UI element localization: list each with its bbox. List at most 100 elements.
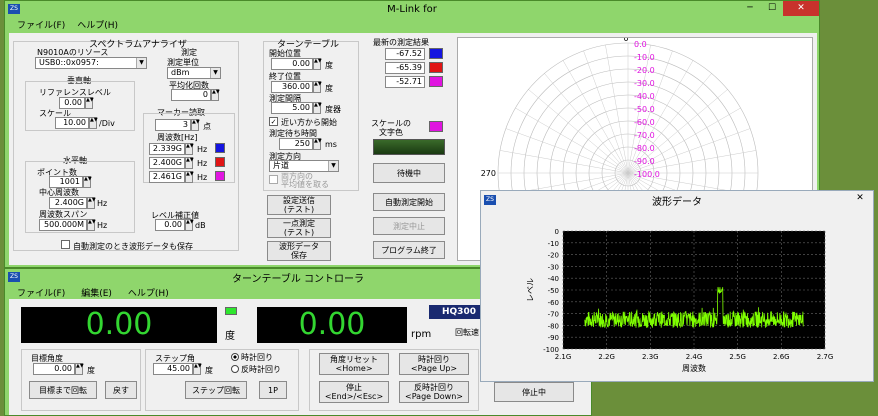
single-measure-button[interactable]: 一点測定 (テスト) — [267, 218, 331, 238]
1p-button[interactable]: 1P — [259, 381, 287, 399]
scale-color-swatch[interactable] — [429, 121, 443, 132]
interval-input[interactable]: 5.00 — [271, 102, 313, 114]
wave-chart: 0-10-20-30-40-50-60-70-80-90-1002.1G 2.2G… — [526, 228, 833, 373]
scale-input[interactable]: 10.00 — [55, 117, 89, 129]
marker3-freq[interactable]: 2.461G — [149, 171, 185, 183]
resource-select[interactable]: USB0::0x0957: ▼ — [35, 57, 147, 69]
center-spinner[interactable]: ▲▼ — [87, 197, 96, 209]
near-start-checkbox[interactable]: ✓ — [269, 117, 278, 126]
auto-measure-button[interactable]: 自動測定開始 — [373, 193, 445, 211]
result1-value: -67.52 — [385, 48, 425, 60]
wave-close-button[interactable]: ✕ — [847, 191, 873, 207]
avg-both-checkbox[interactable] — [269, 175, 278, 184]
x-axis-label: 周波数 — [682, 363, 706, 373]
result2-value: -65.39 — [385, 62, 425, 74]
end-input[interactable]: 360.00 — [271, 81, 313, 93]
chevron-down-icon: ▼ — [210, 68, 220, 78]
auto-save-label: 自動測定のとき波形データも保存 — [73, 242, 193, 251]
rotate-cw-button[interactable]: 時計回り <Page Up> — [399, 353, 469, 375]
stop-button[interactable]: 停止 <End>/<Esc> — [319, 381, 389, 403]
y-axis-label: レベル — [526, 278, 535, 302]
cw-radio[interactable] — [231, 353, 239, 361]
back-button[interactable]: 戻す — [105, 381, 137, 399]
hz-label: Hz — [197, 145, 208, 154]
wait-input[interactable]: 250 — [279, 138, 313, 150]
marker1-spinner[interactable]: ▲▼ — [185, 143, 194, 155]
chevron-down-icon: ▼ — [136, 58, 146, 68]
auto-save-checkbox[interactable] — [61, 240, 70, 249]
step-input[interactable]: 45.00 — [153, 363, 193, 375]
main-menubar: ファイル(F) ヘルプ(H) — [5, 17, 819, 31]
ccw-label: 反時計回り — [241, 365, 281, 374]
result2-color-swatch — [429, 62, 443, 73]
ccw-radio[interactable] — [231, 365, 239, 373]
marker-count-input[interactable]: 3 — [155, 119, 191, 131]
reset-angle-button[interactable]: 角度リセット <Home> — [319, 353, 389, 375]
wait-spinner[interactable]: ▲▼ — [313, 138, 322, 150]
rotate-ccw-button[interactable]: 反時計回り <Page Down> — [399, 381, 469, 403]
marker3-color-swatch — [215, 171, 225, 181]
marker2-color-swatch — [215, 157, 225, 167]
goto-target-button[interactable]: 目標まで回転 — [29, 381, 97, 399]
scale-color-label: スケールの 文字色 — [371, 119, 411, 137]
interval-spinner[interactable]: ▲▼ — [313, 102, 322, 114]
x-tick-label: 2.4G — [686, 353, 703, 361]
exit-program-button[interactable]: プログラム終了 — [373, 241, 445, 259]
stop-measure-button[interactable]: 測定中止 — [373, 217, 445, 235]
polar-spoke — [528, 89, 629, 174]
marker3-spinner[interactable]: ▲▼ — [185, 171, 194, 183]
close-button[interactable]: ✕ — [783, 1, 819, 16]
stopping-button[interactable]: 停止中 — [494, 382, 574, 402]
x-tick-label: 2.3G — [642, 353, 659, 361]
tt-menu-edit[interactable]: 編集(E) — [81, 286, 112, 299]
ref-spinner[interactable]: ▲▼ — [85, 97, 94, 109]
step-rotate-button[interactable]: ステップ回転 — [185, 381, 247, 399]
polar-ring-label: -20.0 — [634, 66, 655, 75]
hz-label: Hz — [197, 173, 208, 182]
menu-help[interactable]: ヘルプ(H) — [77, 18, 118, 31]
marker-count-spinner[interactable]: ▲▼ — [191, 119, 200, 131]
avg-spinner[interactable]: ▲▼ — [211, 89, 220, 101]
step-unit: 度 — [205, 366, 213, 375]
wave-window: ZS 波形データ ✕ 0 -10 -20 -30 -40 -50 -60 -70 -80 -90-… — [480, 190, 874, 382]
tt-menu-file[interactable]: ファイル(F) — [17, 286, 65, 299]
center-unit: Hz — [97, 199, 108, 208]
waiting-button[interactable]: 待機中 — [373, 163, 445, 183]
scale-spinner[interactable]: ▲▼ — [89, 117, 98, 129]
marker2-freq[interactable]: 2.400G — [149, 157, 185, 169]
polar-ring-label: 0.0 — [634, 40, 647, 49]
step-spinner[interactable]: ▲▼ — [193, 363, 202, 375]
polar-ring-label: -90.0 — [634, 157, 655, 166]
minimize-button[interactable]: ─ — [739, 1, 761, 16]
marker2-spinner[interactable]: ▲▼ — [185, 157, 194, 169]
span-input[interactable]: 500.000M — [39, 219, 87, 231]
y-tick-label: -10 — [548, 240, 559, 248]
unit-select[interactable]: dBm ▼ — [167, 67, 221, 79]
polar-ring-label: -30.0 — [634, 79, 655, 88]
tt-menu-help[interactable]: ヘルプ(H) — [128, 286, 169, 299]
y-tick-label: -80 — [548, 322, 559, 330]
start-spinner[interactable]: ▲▼ — [313, 58, 322, 70]
maximize-button[interactable]: ☐ — [761, 1, 783, 16]
target-input[interactable]: 0.00 — [33, 363, 75, 375]
span-spinner[interactable]: ▲▼ — [87, 219, 96, 231]
target-spinner[interactable]: ▲▼ — [75, 363, 84, 375]
avg-both-label: 両方向の 平均値を取る — [281, 172, 329, 189]
level-input[interactable]: 0.00 — [155, 219, 185, 231]
start-input[interactable]: 0.00 — [271, 58, 313, 70]
points-spinner[interactable]: ▲▼ — [83, 176, 92, 188]
dir-select[interactable]: 片道 ▼ — [269, 160, 339, 172]
center-input[interactable]: 2.400G — [49, 197, 87, 209]
y-tick-label: -50 — [548, 287, 559, 295]
marker1-freq[interactable]: 2.339G — [149, 143, 185, 155]
level-spinner[interactable]: ▲▼ — [185, 219, 194, 231]
send-settings-button[interactable]: 設定送信 (テスト) — [267, 195, 331, 215]
save-wave-button[interactable]: 波形データ 保存 — [267, 241, 331, 261]
angle-unit: 度 — [225, 331, 235, 342]
start-unit: 度 — [325, 61, 333, 70]
avg-input[interactable]: 0 — [171, 89, 211, 101]
wave-titlebar: ZS 波形データ ✕ — [481, 191, 873, 209]
menu-file[interactable]: ファイル(F) — [17, 18, 65, 31]
end-spinner[interactable]: ▲▼ — [313, 81, 322, 93]
polar-ring-label: -50.0 — [634, 105, 655, 114]
